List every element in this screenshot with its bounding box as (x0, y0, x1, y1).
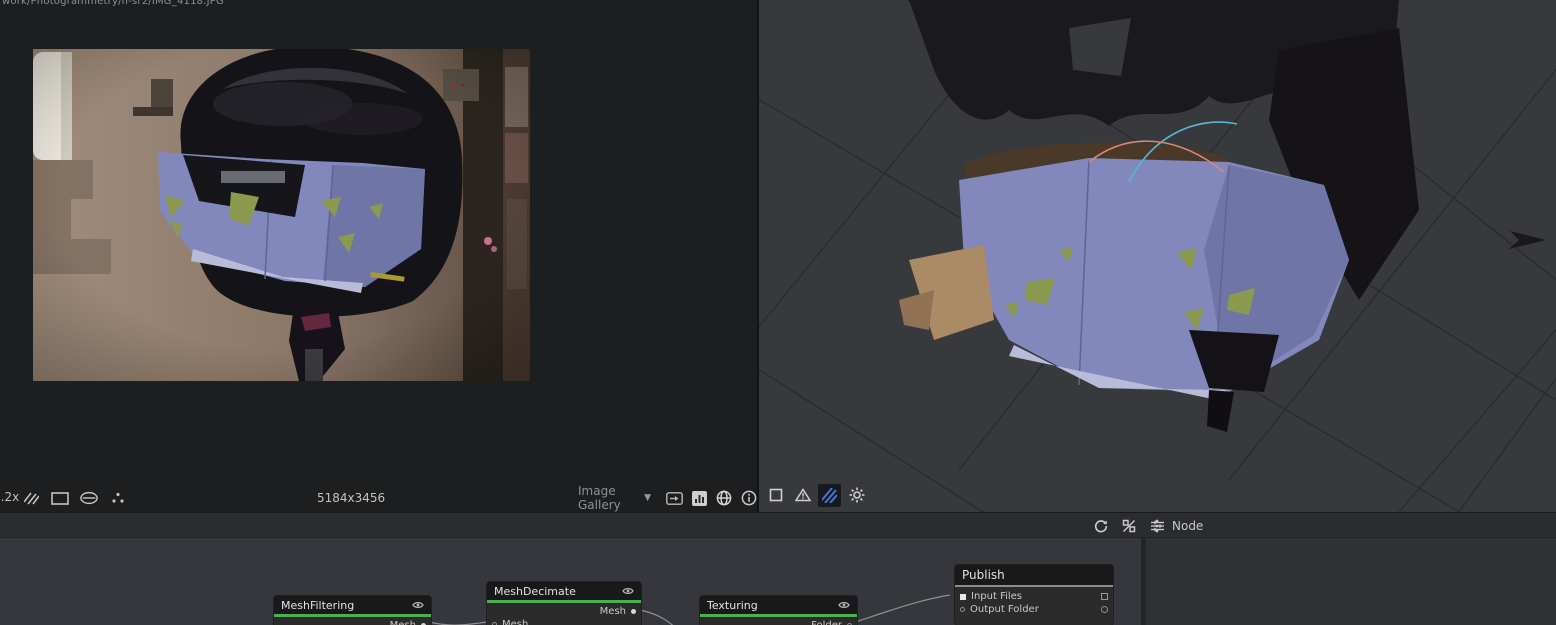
node-status-bar (487, 600, 641, 603)
cursor-arrow (1509, 231, 1546, 249)
graph-editor-header: Node (0, 512, 1556, 538)
hatch-pattern-icon[interactable] (22, 489, 40, 507)
photo-helmet-source-image[interactable] (33, 49, 530, 381)
node-status-bar (955, 585, 1113, 587)
node-tab-label: Node (1172, 519, 1204, 533)
node-title: Publish (962, 568, 1005, 582)
image-resolution-label: 5184x3456 (317, 491, 386, 505)
image-gallery-dropdown[interactable]: Image Gallery (578, 484, 633, 512)
settings-gear-icon[interactable] (845, 484, 868, 507)
viewport-3d-scene (759, 0, 1556, 512)
helmet-3d-mesh (899, 0, 1419, 432)
rectangle-icon[interactable] (51, 489, 69, 507)
output-connector[interactable] (1101, 606, 1108, 613)
node-meshdecimate[interactable]: MeshDecimate Mesh Mesh (487, 582, 641, 625)
visibility-eye-icon[interactable] (838, 601, 850, 609)
visibility-eye-icon[interactable] (412, 601, 424, 609)
attribute-label: Output Folder (970, 604, 1039, 615)
histogram-icon[interactable] (692, 489, 707, 507)
node-status-bar (274, 614, 431, 617)
zoom-level-label: 0.2x (0, 490, 20, 504)
visibility-eye-icon[interactable] (622, 587, 634, 595)
input-label: Mesh (502, 619, 529, 625)
node-meshfiltering[interactable]: MeshFiltering Mesh (274, 596, 431, 625)
image-viewer-panel: work/Photogrammetry/h-sr2/IMG_4118.JPG .… (0, 0, 757, 512)
node-title: MeshFiltering (281, 598, 355, 612)
top-panels: work/Photogrammetry/h-sr2/IMG_4118.JPG .… (0, 0, 1556, 512)
node-title: MeshDecimate (494, 584, 576, 598)
info-icon[interactable] (741, 489, 757, 507)
frame-icon[interactable] (764, 484, 787, 507)
ellipse-icon[interactable] (80, 489, 98, 507)
output-label: Mesh (599, 606, 626, 617)
output-label: Folder (811, 620, 842, 625)
viewport-toolbar (762, 480, 870, 510)
tab-node[interactable]: Node (1148, 513, 1203, 539)
output-label: Mesh (390, 620, 416, 625)
image-viewer-toolbar: 0.2x (0, 484, 757, 512)
chevron-down-icon[interactable]: ▼ (644, 493, 651, 503)
wireframe-stripes-icon[interactable] (818, 483, 841, 507)
input-connector[interactable] (960, 607, 965, 612)
node-status-bar (700, 614, 857, 617)
node-title: Texturing (707, 598, 758, 612)
dots-icon[interactable] (109, 489, 127, 507)
warning-icon[interactable] (791, 484, 814, 507)
attribute-label: Input Files (971, 591, 1023, 602)
node-texturing[interactable]: Texturing Folder (700, 596, 857, 625)
node-publish[interactable]: Publish Input Files Output Folder (955, 565, 1113, 625)
panel-arrow-icon[interactable] (666, 489, 683, 507)
bottom-panels: Node MeshFiltering MeshDecimate Mesh Mes… (0, 512, 1556, 625)
viewport-3d[interactable] (759, 0, 1556, 512)
image-path-label: work/Photogrammetry/h-sr2/IMG_4118.JPG (2, 0, 224, 7)
globe-icon[interactable] (716, 489, 732, 507)
output-connector[interactable] (631, 609, 636, 614)
node-properties-panel (1146, 538, 1556, 625)
input-connector[interactable] (960, 593, 966, 600)
sliders-icon (1148, 517, 1166, 535)
node-graph-area[interactable]: MeshFiltering Mesh MeshDecimate (0, 538, 1141, 625)
refresh-icon[interactable] (1092, 517, 1110, 535)
output-connector[interactable] (1101, 593, 1108, 600)
disconnect-icon[interactable] (1120, 517, 1138, 535)
meshroom-window: work/Photogrammetry/h-sr2/IMG_4118.JPG .… (0, 0, 1556, 625)
